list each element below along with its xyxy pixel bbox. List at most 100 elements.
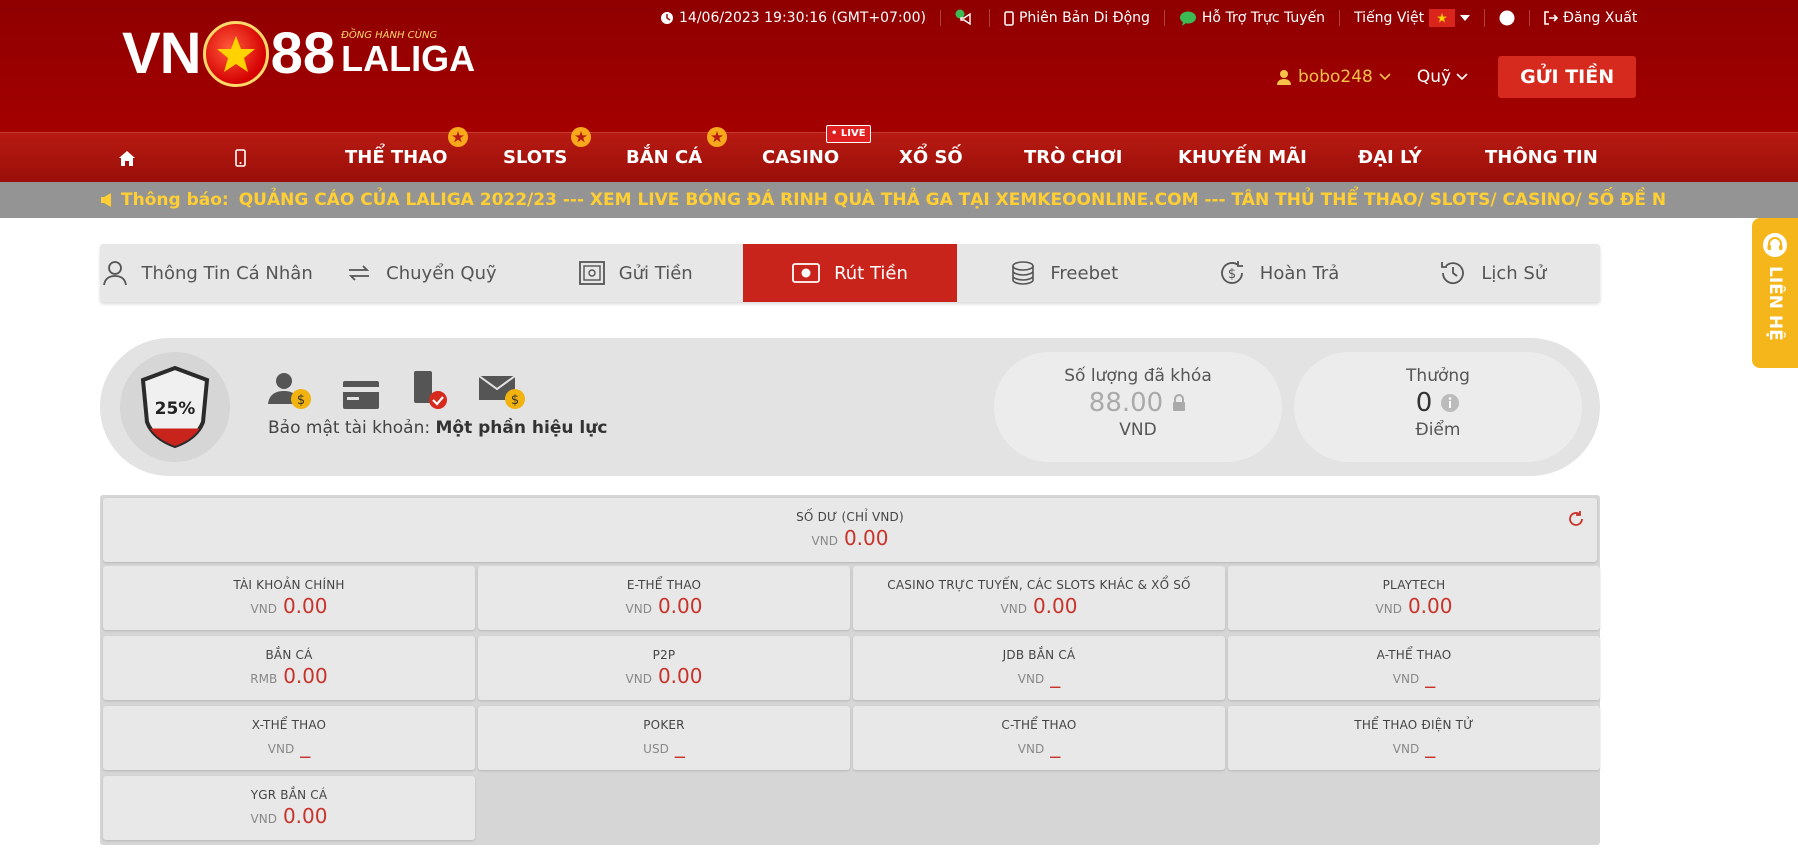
contact-side-tab[interactable]: LIÊN HỆ [1752,218,1798,368]
live-support-link[interactable]: Hỗ Trợ Trực Tuyến [1165,10,1341,26]
refresh-icon[interactable] [1567,510,1585,528]
bonus-title: Thưởng [1406,366,1470,386]
security-icons: $ $ [268,370,526,410]
fund-menu[interactable]: Quỹ [1417,67,1468,87]
wallet-cell: PLAYTECH VND 0.00 [1228,566,1600,630]
account-tabs: Thông Tin Cá Nhân Chuyển Quỹ Gửi Tiền Rú… [100,244,1600,302]
theme-toggle[interactable] [1485,10,1531,26]
wallet-name: C-THỂ THAO [1001,718,1077,732]
wallet-cell: BẮN CÁ RMB 0.00 [103,636,475,700]
bonus-card: Thưởng 0 Điểm [1294,352,1582,462]
nav-games-label: TRÒ CHƠI [1024,147,1123,168]
nav-mobile[interactable] [235,133,246,183]
wallet-cell: CASINO TRỰC TUYẾN, CÁC SLOTS KHÁC & XỔ S… [853,566,1225,630]
wallet-value: VND 0.00 [853,594,1225,618]
user-menu[interactable]: bobo248 [1276,67,1391,87]
currency: RMB [250,672,278,686]
nav-fishing[interactable]: BẮN CÁ [626,127,727,183]
announcement-button[interactable] [941,9,990,27]
fund-label: Quỹ [1416,67,1452,87]
nav-info[interactable]: THÔNG TIN [1485,133,1598,183]
currency: VND [1017,742,1045,756]
amount: 0.00 [282,594,328,618]
security-status-value: Một phần hiệu lực [435,418,608,438]
nav-lottery[interactable]: XỔ SỐ [899,133,963,183]
main-nav: THỂ THAO SLOTS BẮN CÁ CASINO • LIVE XỔ S… [0,125,1798,183]
chat-bubble-icon [1179,11,1196,26]
email-verification-icon[interactable]: $ [478,372,526,410]
notice-label: Thông báo: [121,190,229,210]
logout-link[interactable]: Đăng Xuất [1530,10,1651,26]
balance-panel: SỐ DƯ (CHỈ VND) VND 0.00 TÀI KHOẢN CHÍNH… [100,495,1600,845]
bank-card-icon[interactable] [342,380,380,410]
deposit-button[interactable]: GỬI TIỀN [1498,56,1637,98]
wallet-name: YGR BẮN CÁ [250,788,328,802]
notice-marquee-text[interactable]: QUẢNG CÁO CỦA LALIGA 2022/23 --- XEM LIV… [239,190,1666,210]
vn88-logo[interactable]: VN 88 ĐỒNG HÀNH CÙNG LALIGA [122,20,475,87]
info-icon[interactable] [1440,393,1460,413]
amount: 0.00 [657,664,703,688]
nav-home[interactable] [118,133,136,183]
wallet-name: CASINO TRỰC TUYẾN, CÁC SLOTS KHÁC & XỔ S… [887,578,1191,592]
nav-sports[interactable]: THỂ THAO [345,127,468,183]
currency: VND [250,812,277,826]
svg-text:$: $ [297,393,305,408]
amount: 0.00 [1407,594,1453,618]
amount: 0.00 [843,526,889,550]
notice-bar: Thông báo: QUẢNG CÁO CỦA LALIGA 2022/23 … [0,182,1798,218]
wallet-name: P2P [652,648,676,662]
amount: 0.00 [1032,594,1078,618]
mobile-version-link[interactable]: Phiên Bản Di Động [990,10,1165,26]
lock-icon [1173,394,1186,411]
datetime: 14/06/2023 19:30:16 (GMT+07:00) [646,10,941,26]
currency: VND [1392,742,1420,756]
nav-slots-label: SLOTS [503,147,568,168]
nav-casino[interactable]: CASINO • LIVE [762,125,871,183]
amount: _ [674,734,685,758]
language-selector[interactable]: Tiếng Việt [1340,9,1486,27]
locked-value: 88.00 [1088,388,1164,418]
nav-agent[interactable]: ĐẠI LÝ [1358,133,1422,183]
tab-freebet[interactable]: Freebet [957,244,1171,302]
dollar-refresh-icon: $ [1220,261,1243,284]
datetime-text: 14/06/2023 19:30:16 (GMT+07:00) [679,10,926,26]
wallet-value: VND _ [1228,664,1600,688]
nav-info-label: THÔNG TIN [1485,147,1598,168]
tab-deposit[interactable]: Gửi Tiền [529,244,743,302]
tab-fund-transfer[interactable]: Chuyển Quỹ [314,244,528,302]
wallet-name: JDB BẮN CÁ [1002,648,1076,662]
svg-text:$: $ [511,393,519,408]
nav-lottery-label: XỔ SỐ [899,147,963,168]
phone-verified-icon[interactable] [410,370,448,410]
security-percent: 25% [155,399,196,419]
locked-value-row: 88.00 [994,388,1282,418]
amount: _ [1050,734,1061,758]
logout-label: Đăng Xuất [1563,10,1638,26]
user-verification-icon[interactable]: $ [268,372,312,410]
tab-rebate[interactable]: $ Hoàn Trả [1171,244,1385,302]
tab-history[interactable]: Lịch Sử [1386,244,1600,302]
wallet-name: BẮN CÁ [265,648,313,662]
wallet-name: X-THỂ THAO [251,718,327,732]
nav-games[interactable]: TRÒ CHƠI [1024,133,1122,183]
total-balance-cell: SỐ DƯ (CHỈ VND) VND 0.00 [103,498,1597,562]
user-icon [1277,70,1291,85]
nav-slots[interactable]: SLOTS [503,127,591,183]
banknote-icon [792,263,820,283]
wallet-value: VND _ [1228,734,1600,758]
live-support-label: Hỗ Trợ Trực Tuyến [1201,10,1326,26]
nav-promotions[interactable]: KHUYẾN MÃI [1178,133,1307,183]
currency: VND [811,534,838,548]
clock-icon [661,12,673,24]
top-utility-bar: 14/06/2023 19:30:16 (GMT+07:00) Phiên Bả… [646,8,1651,28]
nav-casino-label: CASINO [762,147,840,168]
wallet-value: VND 0.00 [478,594,850,618]
coin-stack-icon [1012,261,1035,285]
locked-unit: VND [1119,420,1157,440]
chevron-down-icon [1379,73,1391,81]
tab-personal-info[interactable]: Thông Tin Cá Nhân [100,244,314,302]
amount: _ [1425,734,1436,758]
currency: USD [643,742,669,756]
tab-withdraw[interactable]: Rút Tiền [742,244,958,302]
contact-tab-label: LIÊN HỆ [1765,266,1785,341]
